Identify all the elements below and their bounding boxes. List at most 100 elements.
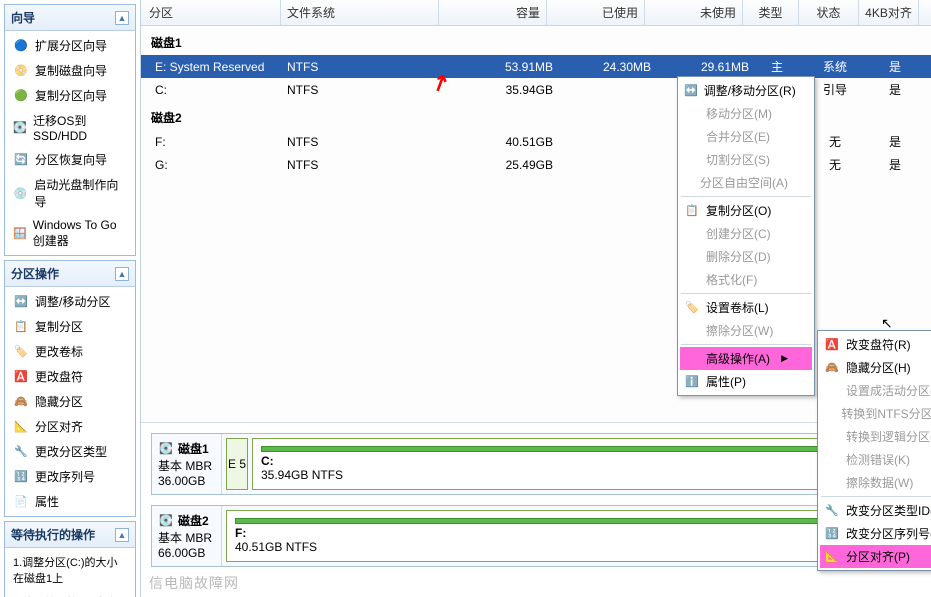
item-label: Windows To Go创建器 (33, 218, 127, 249)
ops-item[interactable]: 📋 复制分区 (5, 314, 135, 339)
cell-free: 29.61MB (651, 60, 749, 74)
ops-item[interactable]: 🅰️更改盘符 (5, 364, 135, 389)
wizard-item[interactable]: 🔵扩展分区向导 (5, 33, 135, 58)
disk2-sub: 基本 MBR (158, 529, 215, 546)
wizard-item[interactable]: 🪟Windows To Go创建器 (5, 214, 135, 253)
cell-align: 是 (865, 58, 925, 75)
pending-panel: 等待执行的操作 ▲ 1.调整分区(C:)的大小在磁盘1上2.移动并调整(E:)大… (4, 521, 136, 597)
menu-item-icon: 🔧 (824, 503, 840, 519)
menu-item-label: 转换到逻辑分区(N) (846, 428, 931, 445)
menu-item-icon (684, 152, 700, 168)
menu-item: 合并分区(E) (680, 125, 812, 148)
menu-item-label: 复制分区(O) (706, 202, 771, 219)
ops-item[interactable]: 🙈隐藏分区 (5, 389, 135, 414)
item-label: 调整/移动分区 (35, 293, 110, 310)
menu-item-icon (684, 323, 700, 339)
menu-item: 删除分区(D) (680, 245, 812, 268)
disk1-sub: 基本 MBR (158, 457, 215, 474)
col-filesystem[interactable]: 文件系统 (281, 0, 439, 25)
menu-item[interactable]: ↔️ 调整/移动分区(R) (680, 79, 812, 102)
menu-item-icon (684, 226, 700, 242)
menu-item-label: 检测错误(K) (846, 451, 910, 468)
disk2-bar[interactable]: 💽磁盘2 基本 MBR 66.00GB F: 40.51GB NTFS (151, 505, 921, 567)
ops-item[interactable]: 🔢更改序列号 (5, 464, 135, 489)
menu-item-label: 创建分区(C) (706, 225, 771, 242)
col-used[interactable]: 已使用 (547, 0, 645, 25)
chevron-up-icon[interactable]: ▲ (115, 528, 129, 542)
menu-item: 移动分区(M) (680, 102, 812, 125)
menu-item[interactable]: 🙈隐藏分区(H) (820, 356, 931, 379)
menu-item-label: 擦除分区(W) (706, 322, 773, 339)
ops-item[interactable]: ↔️ 调整/移动分区 (5, 289, 135, 314)
cell-align: 是 (865, 156, 925, 173)
partition-ops-panel: 分区操作 ▲ ↔️ 调整/移动分区 📋 复制分区 🏷️更改卷标🅰️更改盘符🙈隐藏分区📐分… (4, 260, 136, 517)
wizard-item[interactable]: 🔄分区恢复向导 (5, 147, 135, 172)
item-icon: 🟢 (13, 88, 29, 104)
cell-partition: E: System Reserved (147, 60, 287, 74)
menu-item-label: 格式化(F) (706, 271, 757, 288)
pending-item: 2.移动并调整(E:)大小在磁盘1上 (5, 590, 135, 597)
disk1-bar[interactable]: 💽磁盘1 基本 MBR 36.00GB E 5 C: 35.94GB NTFS (151, 433, 921, 495)
chevron-up-icon[interactable]: ▲ (115, 11, 129, 25)
wizard-panel-header[interactable]: 向导 ▲ (5, 5, 135, 31)
col-partition[interactable]: 分区 (141, 0, 281, 25)
chevron-up-icon[interactable]: ▲ (115, 267, 129, 281)
menu-item-label: 属性(P) (706, 373, 746, 390)
menu-item: 擦除分区(W) (680, 319, 812, 342)
menu-item[interactable]: 🔧改变分区类型ID(T) (820, 499, 931, 522)
menu-item-label: 合并分区(E) (706, 128, 770, 145)
menu-item[interactable]: ℹ️属性(P) (680, 370, 812, 393)
col-status[interactable]: 状态 (799, 0, 859, 25)
menu-item-label: 设置成活动分区(S) (846, 382, 931, 399)
ops-item[interactable]: 🔧更改分区类型 (5, 439, 135, 464)
menu-item[interactable]: 📐分区对齐(P) (820, 545, 931, 568)
item-label: 更改卷标 (35, 343, 83, 360)
item-label: 分区对齐 (35, 418, 83, 435)
menu-item[interactable]: 🅰️改变盘符(R) (820, 333, 931, 356)
item-icon: 📋 (13, 319, 29, 335)
wizard-panel: 向导 ▲ 🔵扩展分区向导📀复制磁盘向导🟢复制分区向导💽迁移OS到SSD/HDD🔄… (4, 4, 136, 256)
cell-align: 是 (865, 81, 925, 98)
ops-item[interactable]: 📄属性 (5, 489, 135, 514)
disk1-label: 磁盘1 (141, 26, 931, 55)
col-free[interactable]: 未使用 (645, 0, 743, 25)
partition-row[interactable]: E: System Reserved NTFS 53.91MB 24.30MB … (141, 55, 931, 78)
menu-item-icon (684, 272, 700, 288)
disk1-segment-e[interactable]: E 5 (226, 438, 248, 490)
menu-item-label: 转换到NTFS分区(O) (841, 405, 931, 422)
menu-item-label: 高级操作(A) (706, 350, 770, 367)
disk2-segment-f[interactable]: F: 40.51GB NTFS (226, 510, 916, 562)
item-label: 复制分区 (35, 318, 83, 335)
cell-fs: NTFS (287, 83, 445, 97)
menu-item[interactable]: 📋 复制分区(O) (680, 199, 812, 222)
wizard-item[interactable]: 💿启动光盘制作向导 (5, 172, 135, 214)
col-type[interactable]: 类型 (743, 0, 799, 25)
pending-panel-header[interactable]: 等待执行的操作 ▲ (5, 522, 135, 548)
menu-item-icon (684, 106, 700, 122)
menu-item-label: 切割分区(S) (706, 151, 770, 168)
partition-table-header: 分区 文件系统 容量 已使用 未使用 类型 状态 4KB对齐 (141, 0, 931, 26)
menu-item-label: 调整/移动分区(R) (704, 82, 796, 99)
menu-item[interactable]: 🏷️设置卷标(L) (680, 296, 812, 319)
wizard-item[interactable]: 💽迁移OS到SSD/HDD (5, 108, 135, 147)
menu-separator (681, 293, 811, 294)
context-submenu: 🅰️改变盘符(R)🙈隐藏分区(H) 设置成活动分区(S) 转换到NTFS分区(O) 转… (817, 330, 931, 571)
menu-item[interactable]: 🔢改变分区序列号(M) (820, 522, 931, 545)
wizard-item[interactable]: 🟢复制分区向导 (5, 83, 135, 108)
ops-panel-header[interactable]: 分区操作 ▲ (5, 261, 135, 287)
disk-icon: 💽 (158, 513, 174, 529)
disk-icon: 💽 (158, 441, 174, 457)
watermark-text: 信电脑故障网 (149, 573, 239, 593)
col-align[interactable]: 4KB对齐 (859, 0, 919, 25)
col-capacity[interactable]: 容量 (439, 0, 547, 25)
wizard-item[interactable]: 📀复制磁盘向导 (5, 58, 135, 83)
ops-item[interactable]: 🏷️更改卷标 (5, 339, 135, 364)
menu-item-icon: ↔️ (684, 83, 698, 99)
menu-item: 分区自由空间(A) (680, 171, 812, 194)
cell-partition: F: (147, 135, 287, 149)
ops-item[interactable]: 📐分区对齐 (5, 414, 135, 439)
disk-map-area: 💽磁盘1 基本 MBR 36.00GB E 5 C: 35.94GB NTFS … (141, 422, 931, 597)
menu-item[interactable]: 高级操作(A)▶ (680, 347, 812, 370)
menu-item-icon: 📋 (684, 203, 700, 219)
item-icon: ↔️ (13, 294, 29, 310)
